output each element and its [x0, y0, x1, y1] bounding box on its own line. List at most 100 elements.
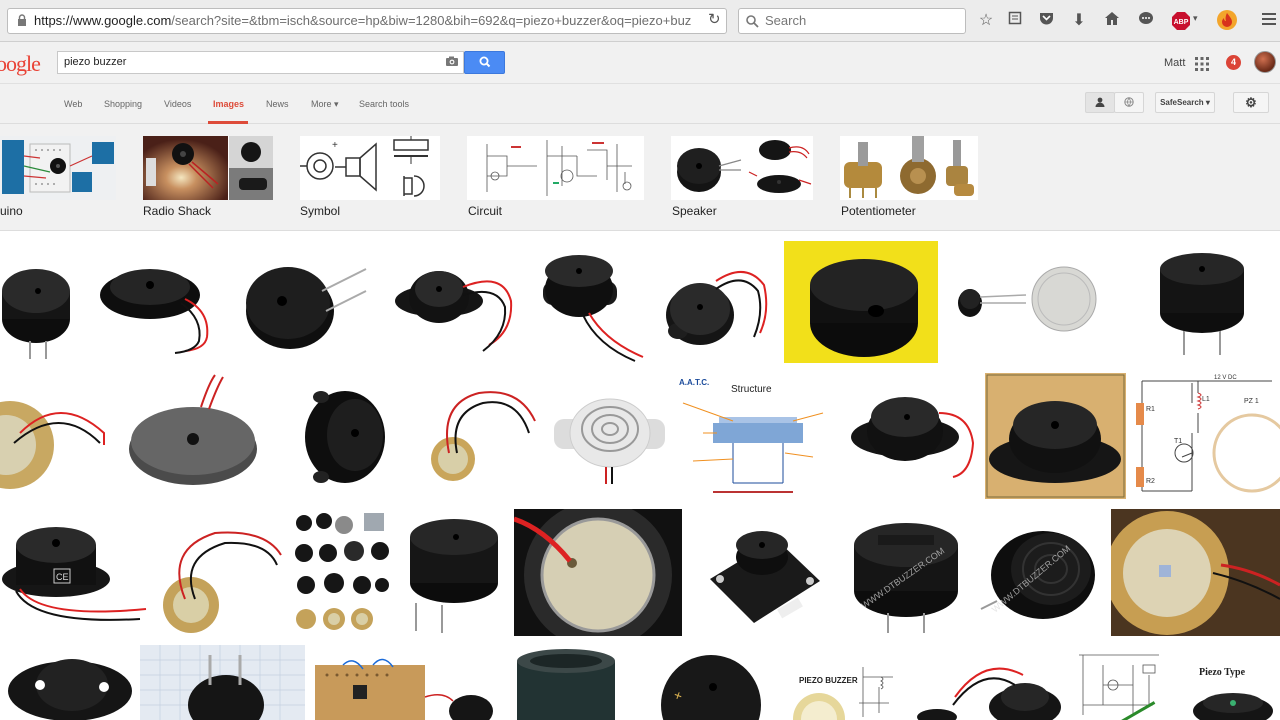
- related-searches: uino Radio Shack + Symbol Circuit Speake…: [0, 124, 1280, 231]
- safesearch-button[interactable]: SafeSearch ▾: [1155, 92, 1215, 113]
- related-label-symbol[interactable]: Symbol: [300, 204, 340, 218]
- personal-results-button[interactable]: [1085, 92, 1115, 113]
- result-image[interactable]: [281, 373, 411, 499]
- pocket-icon[interactable]: [1036, 11, 1056, 31]
- related-label-circuit[interactable]: Circuit: [468, 204, 502, 218]
- related-thumb-speaker[interactable]: [671, 136, 813, 200]
- result-image[interactable]: [946, 241, 1110, 363]
- supply-label: 12 V DC: [1214, 375, 1237, 381]
- result-image[interactable]: [313, 645, 503, 720]
- result-image[interactable]: [400, 509, 506, 636]
- tab-search-tools[interactable]: Search tools: [359, 99, 409, 109]
- related-label-potentiometer[interactable]: Potentiometer: [841, 204, 916, 218]
- buzzer-image: [129, 374, 257, 485]
- search-input[interactable]: piezo buzzer: [57, 51, 464, 74]
- svg-text:+: +: [332, 140, 338, 151]
- apps-grid-icon[interactable]: [1195, 57, 1209, 71]
- result-image[interactable]: [294, 509, 392, 636]
- result-image[interactable]: [0, 241, 87, 363]
- result-image[interactable]: [784, 241, 938, 363]
- result-image[interactable]: [690, 509, 836, 636]
- buzzer-image: [246, 267, 367, 349]
- result-image[interactable]: [514, 509, 682, 636]
- tab-videos[interactable]: Videos: [164, 99, 191, 109]
- adblock-icon[interactable]: ABP: [1171, 11, 1191, 31]
- buzzer-image: [395, 271, 513, 352]
- aatc-label: A.A.T.C.: [679, 378, 709, 387]
- result-image[interactable]: [1111, 509, 1280, 636]
- tab-images[interactable]: Images: [213, 99, 244, 109]
- buzzer-image: [305, 391, 385, 483]
- tab-shopping[interactable]: Shopping: [104, 99, 142, 109]
- adblock-label: ABP: [1174, 19, 1189, 26]
- avatar[interactable]: [1254, 51, 1276, 73]
- result-image[interactable]: R1 R2 L1 T1 PZ 1 12 V DC: [1134, 373, 1280, 499]
- piezo-closeup-image: [514, 509, 682, 636]
- result-image[interactable]: [554, 389, 665, 484]
- result-image[interactable]: [155, 509, 286, 636]
- result-image[interactable]: [985, 373, 1126, 499]
- related-label-radio-shack[interactable]: Radio Shack: [143, 204, 211, 218]
- related-label-speaker[interactable]: Speaker: [672, 204, 717, 218]
- buzzer-image: [554, 398, 665, 484]
- result-image[interactable]: [393, 241, 517, 363]
- reload-icon[interactable]: ↻: [708, 10, 721, 28]
- global-results-button[interactable]: [1114, 92, 1144, 113]
- camera-icon[interactable]: [445, 56, 459, 67]
- hotsauce-icon[interactable]: [1216, 9, 1238, 31]
- related-thumb-radio-shack[interactable]: [143, 136, 273, 200]
- result-image[interactable]: [95, 241, 218, 363]
- related-thumb-symbol[interactable]: +: [300, 136, 440, 200]
- home-icon[interactable]: [1102, 11, 1122, 31]
- reading-list-icon[interactable]: [1005, 11, 1025, 31]
- piezo-disc-image: [431, 391, 536, 481]
- t1-label: T1: [1174, 438, 1182, 445]
- result-image[interactable]: [656, 241, 776, 363]
- adblock-dropdown-icon[interactable]: ▾: [1193, 13, 1198, 24]
- potentiometer-image: [844, 136, 974, 198]
- browser-search-input[interactable]: Search: [738, 8, 966, 34]
- tab-news[interactable]: News: [266, 99, 289, 109]
- google-logo[interactable]: oogle: [0, 51, 41, 77]
- result-image[interactable]: [849, 373, 977, 499]
- url-path: /search?site=&tbm=isch&source=hp&biw=128…: [171, 13, 692, 28]
- result-image[interactable]: WWW.DTBUZZER.COM: [844, 509, 969, 636]
- buzzer-image: CE: [2, 527, 147, 621]
- result-image[interactable]: [1073, 645, 1165, 720]
- tab-more[interactable]: More ▾: [311, 99, 339, 110]
- result-image[interactable]: PIEZO BUZZER: [789, 663, 907, 720]
- result-image[interactable]: WWW.DTBUZZER.COM: [977, 509, 1103, 636]
- tab-web[interactable]: Web: [64, 99, 82, 109]
- notification-badge[interactable]: 4: [1226, 55, 1241, 70]
- result-image[interactable]: [0, 645, 132, 720]
- result-image[interactable]: [1118, 241, 1280, 363]
- result-image[interactable]: [419, 373, 546, 499]
- user-name[interactable]: Matt: [1164, 57, 1185, 69]
- result-image[interactable]: [915, 645, 1065, 720]
- chat-icon[interactable]: [1136, 11, 1156, 31]
- result-image[interactable]: A.A.T.C. Structure: [673, 373, 841, 499]
- settings-button[interactable]: ⚙: [1233, 92, 1269, 113]
- result-image[interactable]: [511, 645, 623, 720]
- result-image[interactable]: [226, 241, 385, 363]
- related-label-arduino[interactable]: uino: [0, 204, 23, 218]
- result-image[interactable]: [0, 373, 109, 499]
- result-image[interactable]: +: [631, 645, 781, 720]
- menu-icon[interactable]: [1262, 12, 1276, 26]
- result-image[interactable]: Piezo Type: [1173, 655, 1280, 720]
- piezo-type-label: Piezo Type: [1199, 667, 1246, 678]
- download-icon[interactable]: ⬇: [1069, 11, 1089, 31]
- related-thumb-circuit[interactable]: [467, 136, 644, 200]
- result-image[interactable]: CE: [0, 509, 147, 636]
- result-image[interactable]: [525, 241, 648, 363]
- buzzer-image: [666, 271, 768, 345]
- result-image[interactable]: [140, 645, 305, 720]
- related-thumb-potentiometer[interactable]: [840, 136, 978, 200]
- address-bar[interactable]: https://www.google.com/search?site=&tbm=…: [7, 8, 727, 34]
- browser-search-placeholder: Search: [765, 13, 807, 28]
- search-button[interactable]: [464, 51, 505, 74]
- bookmark-star-icon[interactable]: ☆: [976, 11, 996, 31]
- result-image[interactable]: [117, 373, 273, 499]
- related-thumb-arduino[interactable]: [0, 136, 116, 200]
- symbol-image: +: [300, 136, 429, 197]
